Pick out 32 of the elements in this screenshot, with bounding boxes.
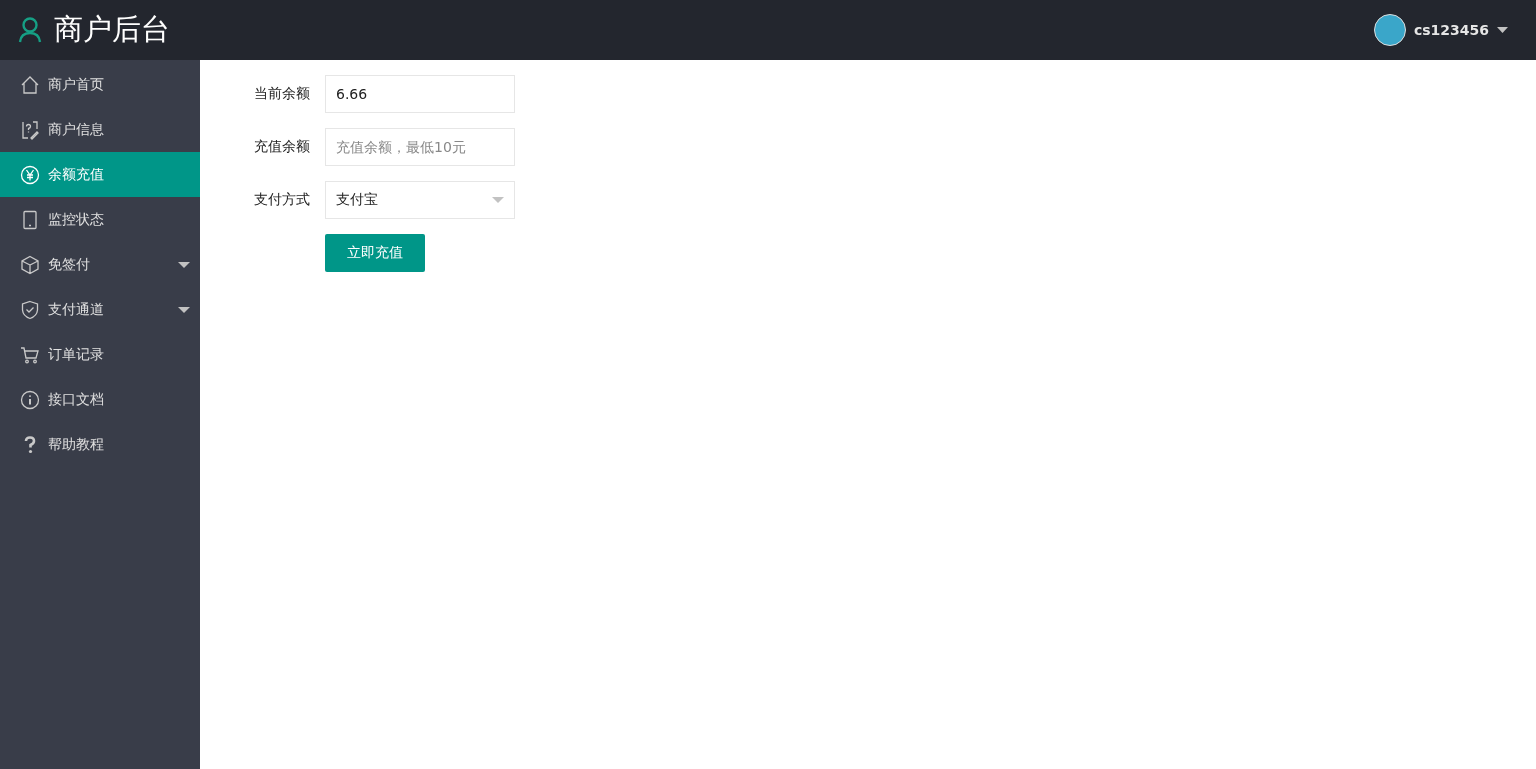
- input-field[interactable]: 6.66: [325, 75, 515, 113]
- select-field[interactable]: 支付宝: [325, 181, 515, 219]
- user-menu[interactable]: cs123456: [1373, 14, 1508, 46]
- phone-icon: [20, 209, 40, 230]
- field-label: 充值余额: [253, 138, 311, 156]
- caret-icon: [1497, 27, 1508, 33]
- sidebar-item[interactable]: 余额充值: [0, 152, 200, 197]
- recharge-button[interactable]: 立即充值: [325, 234, 425, 272]
- avatar: [1373, 14, 1406, 46]
- sidebar-item[interactable]: 免签付: [0, 242, 200, 287]
- input-field[interactable]: 充值余额，最低10元: [325, 128, 515, 166]
- home-icon: [20, 74, 40, 95]
- sidebar-item[interactable]: 支付通道: [0, 287, 200, 332]
- caret-icon: [178, 261, 190, 268]
- sidebar-item[interactable]: 商户信息: [0, 107, 200, 152]
- sidebar-item[interactable]: 帮助教程: [0, 422, 200, 467]
- sidebar-item[interactable]: 商户首页: [0, 62, 200, 107]
- question-pencil-icon: [20, 119, 40, 140]
- info-icon: [20, 389, 40, 410]
- app-title: 商户后台: [54, 11, 170, 48]
- field-label: 支付方式: [253, 191, 311, 209]
- caret-icon: [492, 197, 504, 203]
- sidebar-item[interactable]: 接口文档: [0, 377, 200, 422]
- cube-icon: [20, 254, 40, 275]
- yen-icon: [20, 164, 40, 185]
- cart-icon: [20, 344, 40, 365]
- user-icon: [18, 17, 42, 43]
- sidebar-item[interactable]: 订单记录: [0, 332, 200, 377]
- shield-check-icon: [20, 299, 40, 320]
- caret-icon: [178, 306, 190, 313]
- sidebar-item[interactable]: 监控状态: [0, 197, 200, 242]
- field-label: 当前余额: [253, 85, 311, 103]
